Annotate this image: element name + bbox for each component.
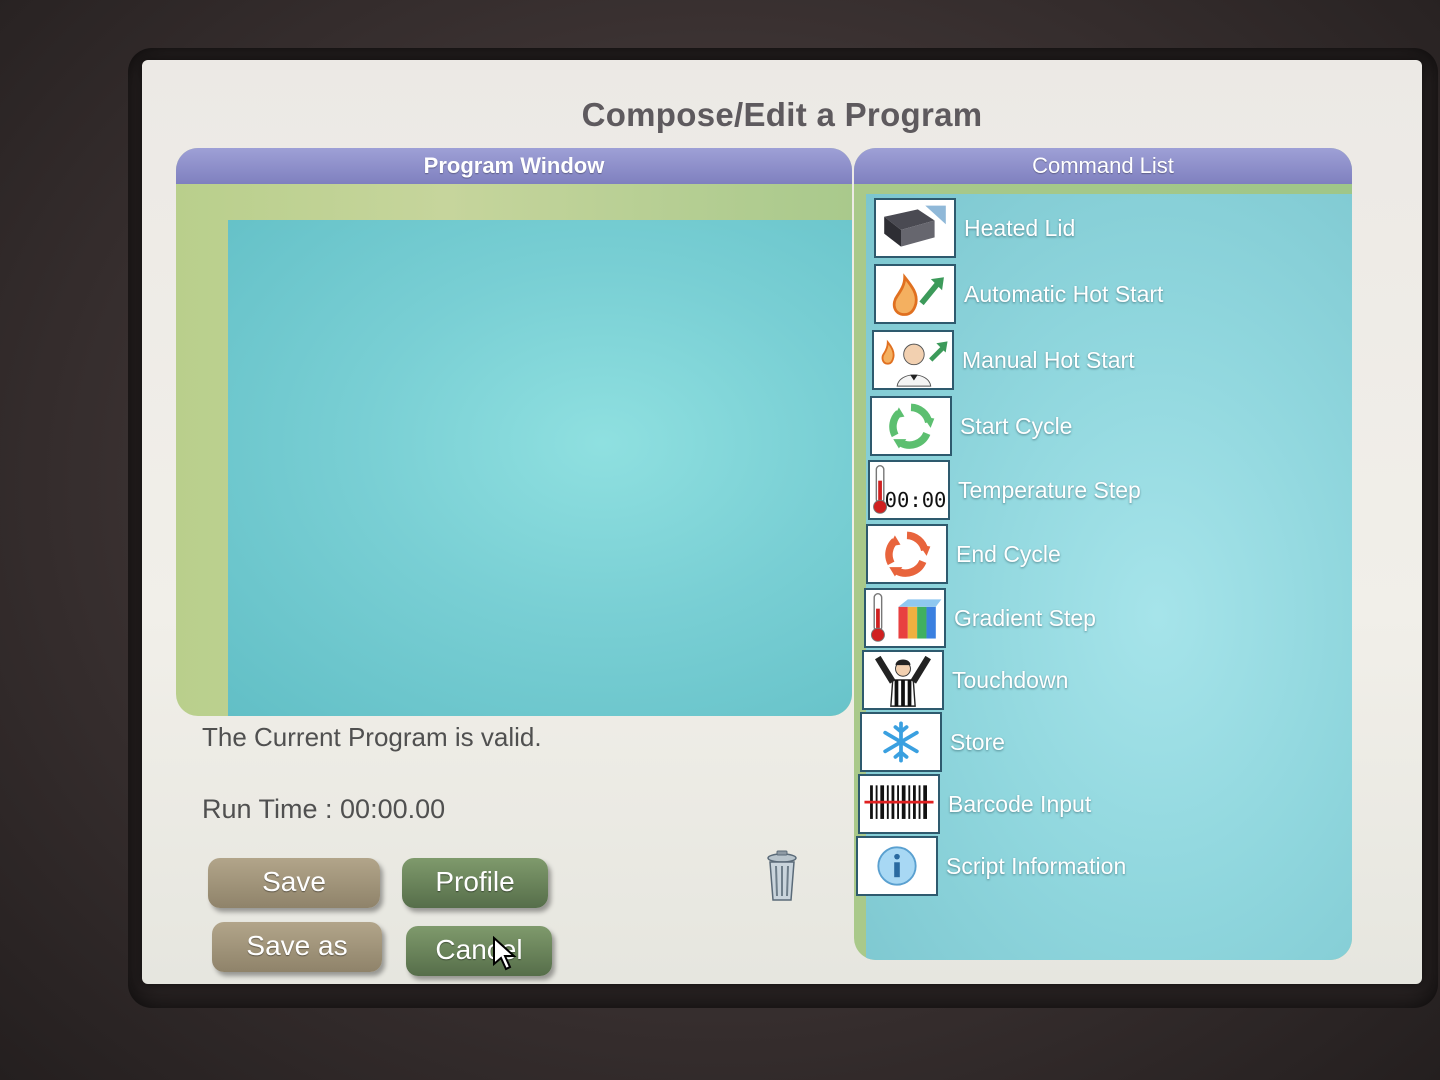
save-button[interactable]: Save <box>208 858 380 908</box>
command-label: Touchdown <box>952 667 1069 693</box>
command-list-header: Command List <box>854 148 1352 184</box>
touch-screen: Compose/Edit a Program Program Window Th… <box>142 60 1422 984</box>
heated-lid-icon <box>874 198 956 258</box>
command-label: Barcode Input <box>948 791 1092 817</box>
cancel-button[interactable]: Cancel <box>406 926 552 976</box>
run-time-readout: Run Time : 00:00.00 <box>202 794 446 824</box>
program-status-text: The Current Program is valid. <box>202 722 542 752</box>
info-icon <box>856 836 938 896</box>
automatic-hot-start-icon <box>874 264 956 324</box>
command-automatic-hot-start[interactable]: Automatic Hot Start <box>874 264 1344 324</box>
command-heated-lid[interactable]: Heated Lid <box>874 198 1344 258</box>
end-cycle-icon <box>866 524 948 584</box>
program-window-panel: Program Window <box>176 148 852 716</box>
gradient-step-icon <box>864 588 946 648</box>
command-label: Gradient Step <box>954 605 1096 631</box>
command-label: Heated Lid <box>964 215 1076 241</box>
touchdown-icon <box>862 650 944 710</box>
command-manual-hot-start[interactable]: Manual Hot Start <box>872 330 1342 390</box>
start-cycle-icon <box>870 396 952 456</box>
command-label: Script Information <box>946 853 1127 879</box>
command-end-cycle[interactable]: End Cycle <box>866 524 1336 584</box>
command-label: Temperature Step <box>958 477 1141 503</box>
save-as-button[interactable]: Save as <box>212 922 382 972</box>
command-list-area: Heated Lid Automatic Hot Start Manual Ho… <box>856 194 1352 960</box>
program-drop-area[interactable] <box>228 220 852 716</box>
command-label: Manual Hot Start <box>962 347 1135 373</box>
trash-can-icon[interactable] <box>762 850 802 904</box>
command-temperature-step[interactable]: 00:00 Temperature Step <box>868 460 1338 520</box>
command-gradient-step[interactable]: Gradient Step <box>864 588 1334 648</box>
mouse-pointer-icon <box>492 935 518 972</box>
command-start-cycle[interactable]: Start Cycle <box>870 396 1340 456</box>
command-label: Start Cycle <box>960 413 1073 439</box>
command-script-information[interactable]: Script Information <box>856 836 1326 896</box>
command-label: Store <box>950 729 1005 755</box>
command-list-panel: Command List Heated Lid Automatic Hot St… <box>854 148 1352 960</box>
store-snowflake-icon <box>860 712 942 772</box>
program-window-header: Program Window <box>176 148 852 184</box>
temperature-step-icon: 00:00 <box>868 460 950 520</box>
temperature-step-icon-text: 00:00 <box>885 488 947 512</box>
command-store[interactable]: Store <box>860 712 1330 772</box>
command-barcode-input[interactable]: Barcode Input <box>858 774 1328 834</box>
barcode-icon <box>858 774 940 834</box>
profile-button[interactable]: Profile <box>402 858 548 908</box>
manual-hot-start-icon <box>872 330 954 390</box>
command-touchdown[interactable]: Touchdown <box>862 650 1332 710</box>
command-label: End Cycle <box>956 541 1061 567</box>
page-title: Compose/Edit a Program <box>581 96 983 133</box>
command-label: Automatic Hot Start <box>964 281 1164 307</box>
